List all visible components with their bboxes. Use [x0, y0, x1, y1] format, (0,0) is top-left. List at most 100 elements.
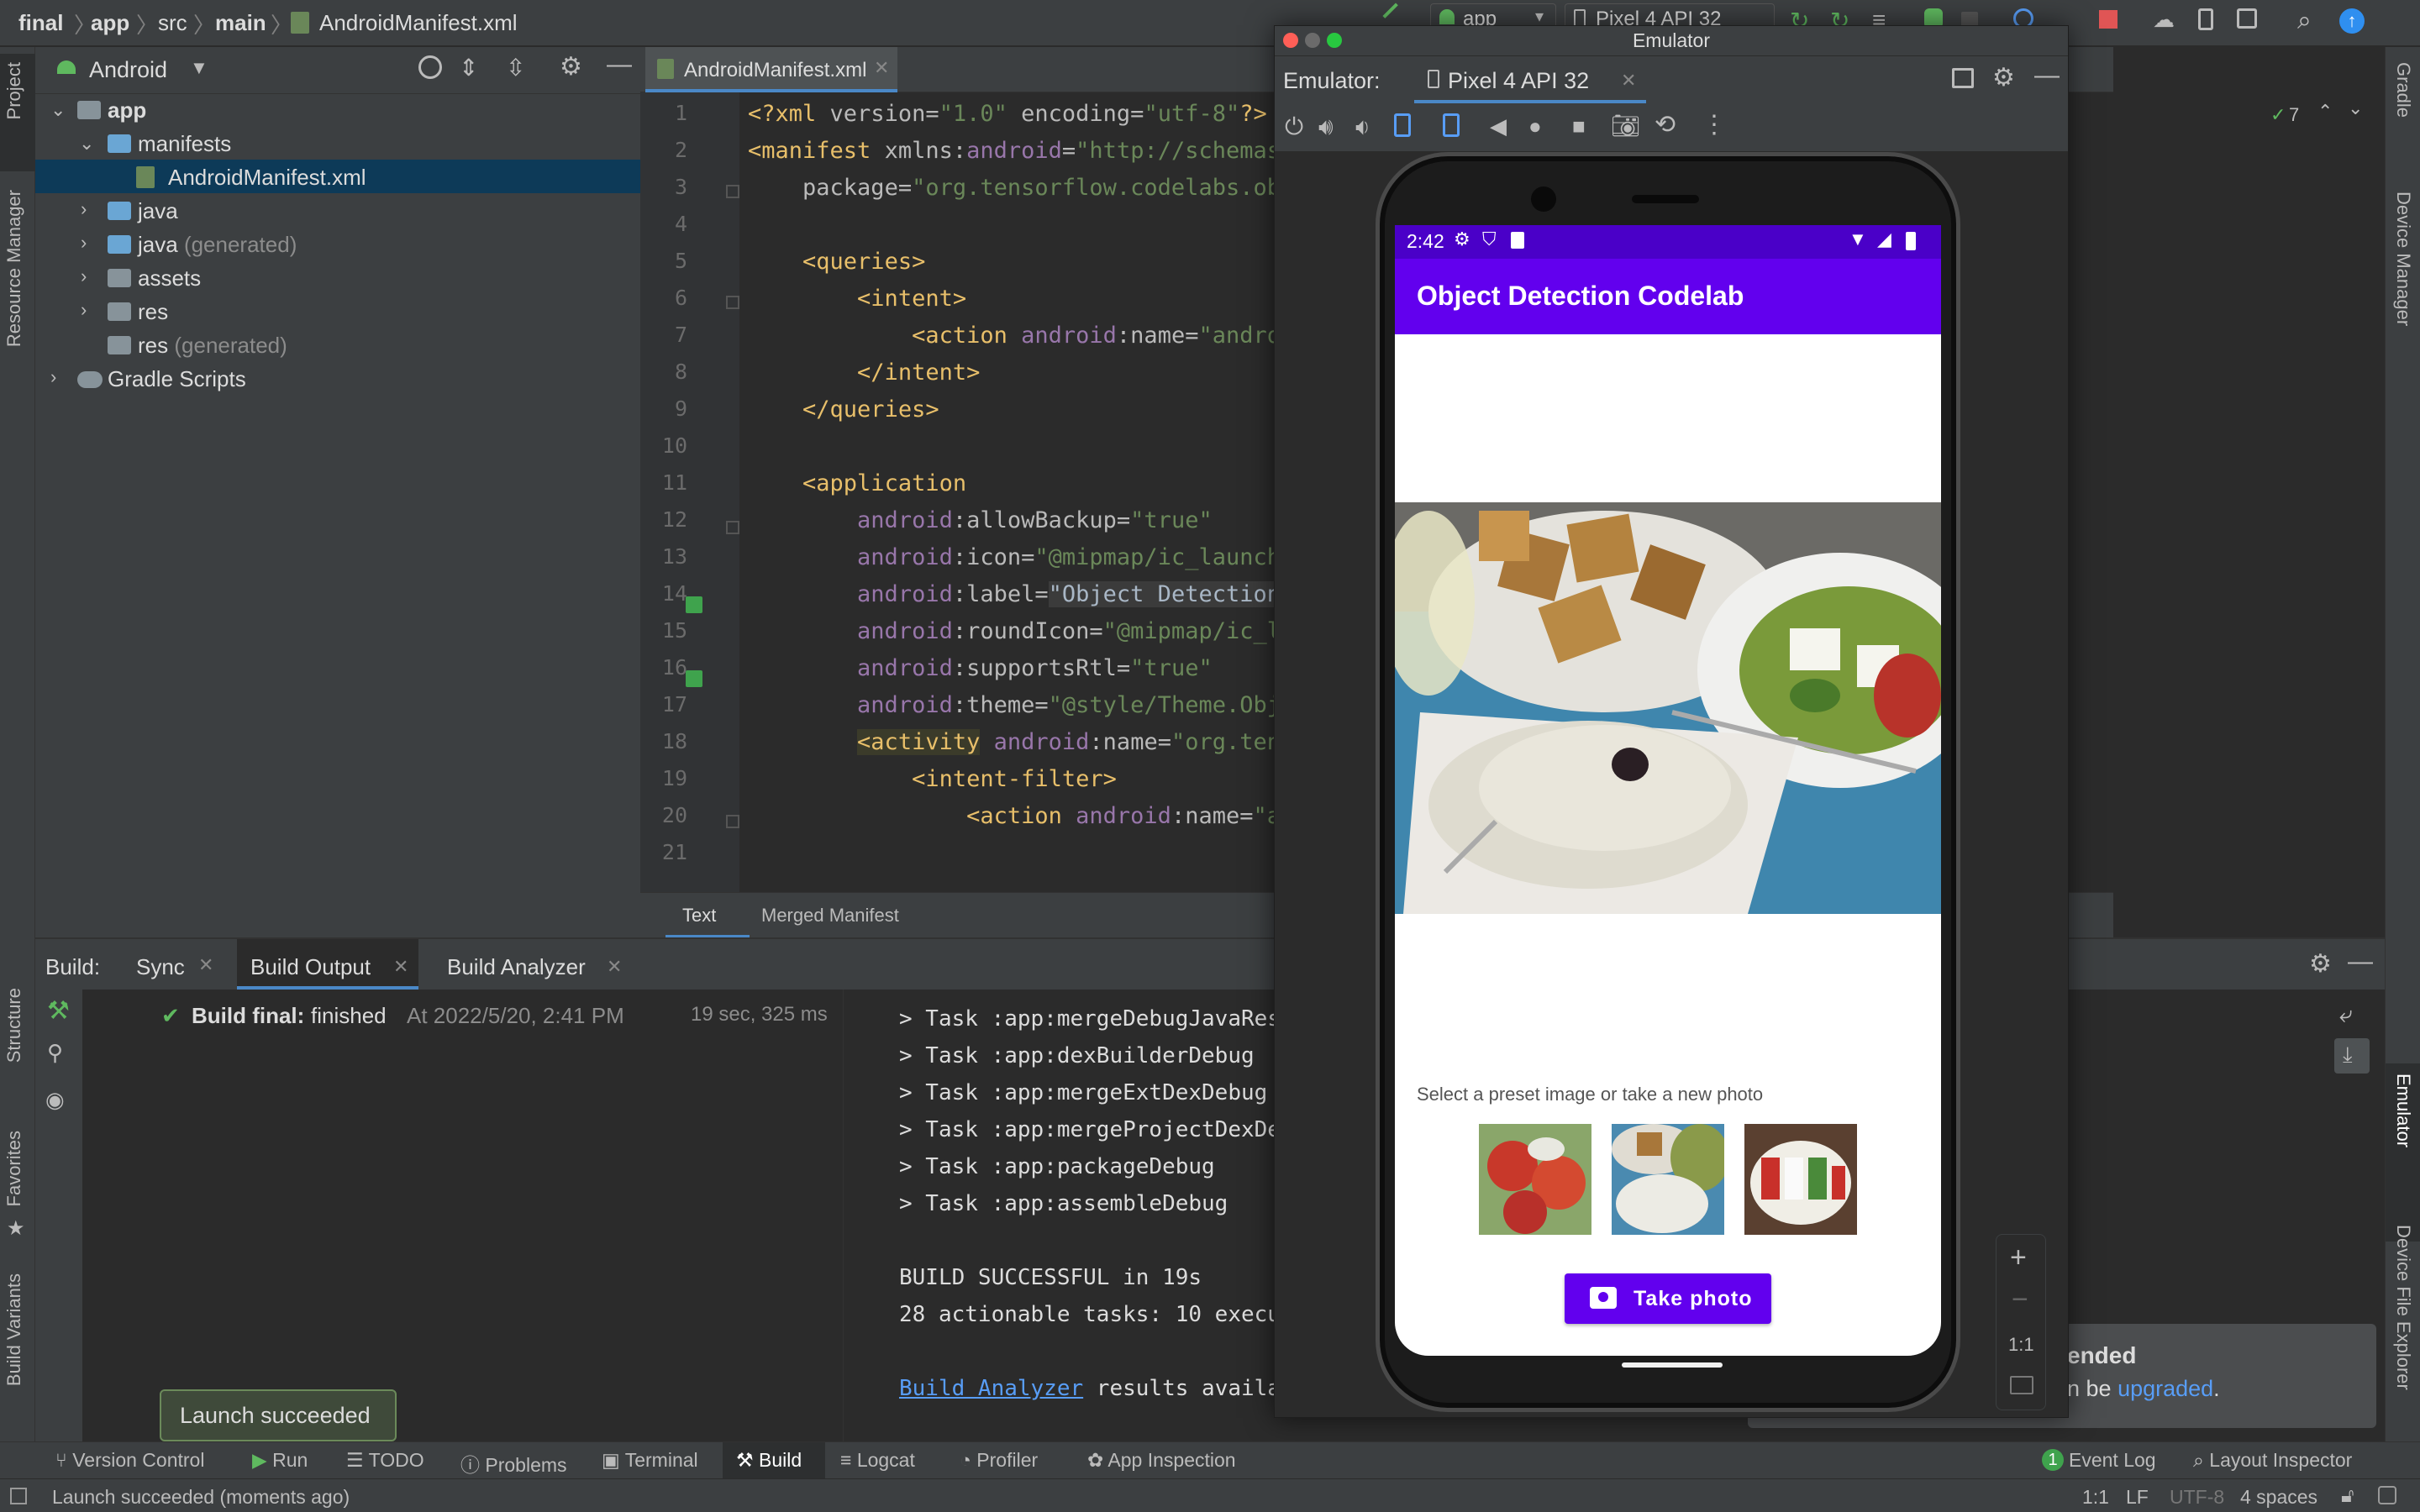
locate-icon[interactable] [418, 55, 442, 79]
tree-item-res-generated[interactable]: res (generated) [138, 333, 287, 359]
code-line[interactable]: <application [748, 470, 966, 496]
chevron-down-icon[interactable]: ⌄ [79, 133, 94, 155]
gear-icon[interactable]: ⚙ [1992, 63, 2015, 92]
more-icon[interactable]: ⋮ [1702, 110, 1727, 139]
chevron-right-icon[interactable]: › [81, 265, 87, 287]
build-analyzer-link[interactable]: Build Analyzer [899, 1376, 1083, 1401]
scroll-to-end-button[interactable]: ⤓ [2334, 1038, 2370, 1074]
phone-screen[interactable]: 2:42 ⚙ ⛉ ▼ ◢ Object Detection Codelab Se… [1395, 225, 1941, 1356]
tree-item-androidmanifest[interactable]: AndroidManifest.xml [168, 165, 366, 191]
chevron-right-icon[interactable]: › [81, 232, 87, 254]
code-line[interactable]: android:label="Object Detection [748, 581, 1295, 607]
tab-merged-manifest[interactable]: Merged Manifest [761, 905, 899, 927]
preset-image-2[interactable] [1612, 1124, 1724, 1235]
device-manager-icon[interactable] [2198, 8, 2213, 30]
tab-build-variants[interactable]: Build Variants [3, 1273, 25, 1386]
tool-app-inspection[interactable]: ✿ App Inspection [1087, 1449, 1236, 1472]
tool-problems[interactable]: ⓘ Problems [460, 1449, 567, 1478]
project-view-select[interactable]: Android [89, 57, 167, 83]
tree-item-java-generated[interactable]: java (generated) [138, 232, 297, 258]
stop-icon[interactable] [2099, 10, 2118, 29]
close-icon[interactable]: ✕ [393, 956, 408, 978]
minimize-icon[interactable]: — [2348, 948, 2373, 976]
minimize-icon[interactable]: — [2034, 61, 2060, 90]
emulator-title-bar[interactable]: Emulator [1275, 26, 2068, 56]
close-icon[interactable]: ✕ [198, 954, 213, 976]
sdk-manager-icon[interactable] [2237, 8, 2257, 29]
lock-icon[interactable]: 🔓︎ [2341, 1484, 2354, 1508]
chevron-right-icon[interactable]: › [81, 299, 87, 321]
breadcrumb-main[interactable]: main [215, 10, 266, 36]
update-icon[interactable]: ↑ [2339, 8, 2365, 34]
volume-down-icon[interactable]: 🔉︎ [1355, 113, 1370, 141]
code-line[interactable]: android:allowBackup="true" [748, 507, 1213, 533]
minimize-icon[interactable]: — [607, 50, 632, 79]
gear-icon[interactable]: ⚙ [2309, 949, 2332, 979]
layout-icon[interactable] [1952, 68, 1974, 88]
take-photo-button[interactable]: Take photo [1565, 1273, 1771, 1324]
breadcrumb-project[interactable]: final [18, 10, 63, 36]
home-indicator[interactable] [1622, 1362, 1723, 1368]
tool-logcat[interactable]: ≡ Logcat [840, 1449, 915, 1472]
round-icon-preview[interactable] [686, 670, 702, 687]
tree-item-app[interactable]: app [108, 97, 146, 123]
code-line[interactable]: android:icon="@mipmap/ic_launche [748, 544, 1294, 570]
tab-build-analyzer[interactable]: Build Analyzer [447, 954, 586, 980]
tab-sync[interactable]: Sync [136, 954, 185, 980]
line-separator[interactable]: LF [2126, 1486, 2149, 1509]
tab-favorites[interactable]: Favorites [3, 1131, 25, 1206]
tree-item-gradle-scripts[interactable]: Gradle Scripts [108, 366, 246, 392]
code-line[interactable]: <action android:name="androi [748, 323, 1294, 349]
chevron-right-icon[interactable]: › [50, 366, 56, 388]
fold-icon[interactable] [726, 185, 739, 198]
upgrade-link[interactable]: upgraded [2118, 1376, 2213, 1401]
breadcrumb-file[interactable]: AndroidManifest.xml [319, 10, 518, 36]
tab-project[interactable]: Project [3, 62, 25, 119]
tab-device[interactable]: Pixel 4 API 32 ✕ [1414, 56, 1646, 103]
camera-icon[interactable]: 📷︎ [1611, 112, 1641, 139]
indent-setting[interactable]: 4 spaces [2240, 1486, 2317, 1509]
fold-icon[interactable] [726, 296, 739, 309]
tab-text[interactable]: Text [666, 893, 750, 938]
code-line[interactable]: <action android:name="an [748, 803, 1294, 829]
zoom-actual-size[interactable]: 1:1 [2008, 1334, 2034, 1356]
overview-icon[interactable]: ■ [1572, 113, 1586, 139]
close-icon[interactable]: ✕ [607, 956, 622, 978]
code-line[interactable]: <queries> [748, 249, 925, 275]
pin-icon[interactable]: ⚲ [47, 1040, 63, 1066]
tab-structure[interactable]: Structure [3, 988, 25, 1063]
expand-all-icon[interactable]: ⇕ [459, 54, 478, 81]
code-line[interactable]: android:roundIcon="@mipmap/ic_la [748, 618, 1294, 644]
tab-resource-manager[interactable]: Resource Manager [3, 190, 25, 347]
tab-emulator[interactable]: Emulator [2392, 1074, 2414, 1147]
collapse-all-icon[interactable]: ⇳ [506, 54, 525, 81]
close-icon[interactable]: ✕ [1621, 70, 1636, 92]
tab-build-output[interactable]: Build Output ✕ [237, 939, 418, 990]
code-line[interactable]: <?xml version="1.0" encoding="utf-8"?> [748, 101, 1267, 127]
preset-image-3[interactable] [1744, 1124, 1857, 1235]
tool-run[interactable]: ▶ Run [252, 1449, 308, 1472]
tree-item-java[interactable]: java [138, 198, 178, 224]
fold-icon[interactable] [726, 521, 739, 534]
search-icon[interactable]: ⌕ [2297, 7, 2312, 35]
volume-up-icon[interactable]: 🔊︎ [1318, 113, 1334, 141]
rotate-left-icon[interactable] [1394, 113, 1411, 137]
tool-profiler[interactable]: ◔ Profiler [960, 1449, 1038, 1472]
preset-image-1[interactable] [1479, 1124, 1591, 1235]
tool-version-control[interactable]: ⑂ Version Control [55, 1449, 204, 1472]
panel-toggle-icon[interactable] [10, 1488, 27, 1504]
memory-indicator-icon[interactable] [2378, 1486, 2396, 1504]
tab-gradle[interactable]: Gradle [2392, 62, 2414, 118]
rotate-right-icon[interactable] [1443, 113, 1460, 137]
cursor-position[interactable]: 1:1 [2082, 1486, 2109, 1509]
close-icon[interactable]: ✕ [874, 57, 889, 79]
chevron-right-icon[interactable]: › [81, 198, 87, 220]
snapshot-icon[interactable]: ⟲ [1655, 110, 1676, 139]
back-icon[interactable]: ◀ [1490, 113, 1507, 139]
hammer-icon[interactable]: ⚒ [47, 996, 70, 1026]
breadcrumb-src[interactable]: src [158, 10, 187, 36]
power-icon[interactable]: ⏻ [1285, 113, 1303, 141]
code-line[interactable]: <intent> [748, 286, 966, 312]
chevron-down-icon[interactable]: ▼ [190, 57, 208, 79]
chevron-down-icon[interactable]: ⌄ [2348, 97, 2363, 119]
